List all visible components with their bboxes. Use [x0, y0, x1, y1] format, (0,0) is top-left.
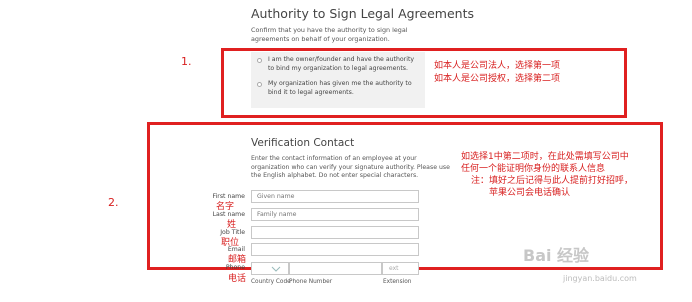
- phone-number-label: Phone Number: [289, 279, 333, 285]
- annotation-note-1-line1: 如本人是公司法人，选择第一项: [434, 61, 561, 71]
- annotation-note-2: 如选择1中第二项时，在此处需填写公司中 任何一个能证明你身份的联系人信息 注：填…: [461, 151, 633, 199]
- annotation-note-1-line2: 如本人是公司授权，选择第二项: [434, 74, 561, 84]
- extension-input[interactable]: ext: [382, 262, 419, 275]
- annotation-note-1: 如本人是公司法人，选择第一项 如本人是公司授权，选择第二项: [434, 60, 560, 86]
- watermark-url: jingyan.baidu.com: [563, 274, 637, 283]
- verification-contact-description: Enter the contact information of an empl…: [251, 155, 450, 180]
- annotation-number-1: 1.: [181, 55, 192, 68]
- country-code-select[interactable]: [251, 262, 289, 275]
- annotation-note-2-line3: 注：填好之后记得与此人提前打好招呼，: [471, 176, 634, 186]
- country-code-label: Country Code: [251, 279, 291, 285]
- watermark-brand: Bai 经验: [523, 246, 590, 265]
- extension-label: Extension: [383, 279, 412, 285]
- annotation-note-2-line4: 苹果公司会电话确认: [489, 188, 571, 198]
- annotation-number-2: 2.: [108, 196, 119, 209]
- annotation-box-1: [221, 48, 627, 118]
- verification-contact-heading: Verification Contact: [251, 137, 355, 149]
- first-name-input[interactable]: [251, 190, 419, 203]
- annotation-note-2-line1: 如选择1中第二项时，在此处需填写公司中: [461, 152, 629, 162]
- phone-number-input[interactable]: [289, 262, 382, 275]
- authority-description: Confirm that you have the authority to s…: [251, 26, 408, 43]
- annotation-note-2-line2: 任何一个能证明你身份的联系人信息: [461, 164, 606, 174]
- phone-zh-label: 电话: [228, 274, 247, 284]
- last-name-label: Last name: [212, 211, 245, 218]
- authority-heading: Authority to Sign Legal Agreements: [251, 6, 474, 21]
- job-title-input[interactable]: [251, 226, 419, 239]
- last-name-input[interactable]: [251, 208, 419, 221]
- chevron-down-icon: [271, 266, 281, 272]
- phone-label: Phone: [225, 264, 245, 271]
- email-input[interactable]: [251, 243, 419, 256]
